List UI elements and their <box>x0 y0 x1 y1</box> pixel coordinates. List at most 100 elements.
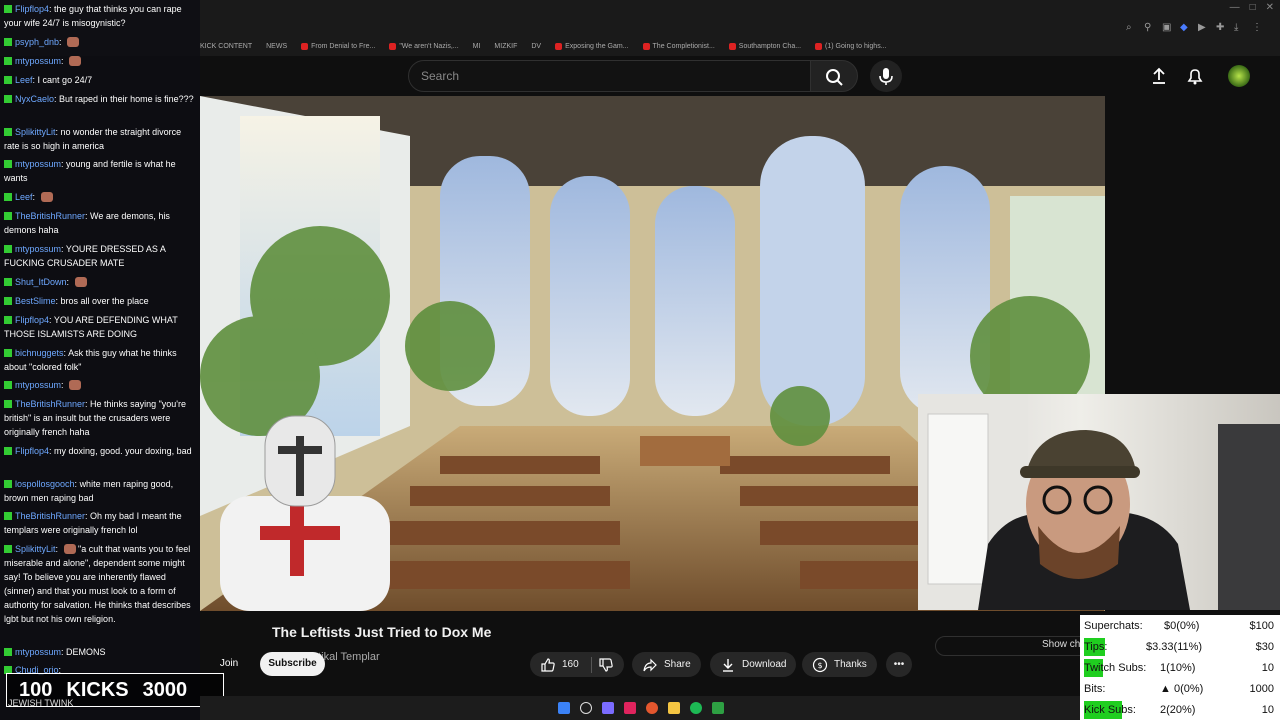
taskbar <box>200 696 1080 720</box>
download-button[interactable]: Download <box>710 652 797 677</box>
kicks-subtitle: JEWISH TWINK <box>8 698 74 708</box>
upload-icon[interactable] <box>1148 65 1170 87</box>
maximize-icon[interactable]: □ <box>1250 2 1256 13</box>
bookmark[interactable]: NEWS <box>266 39 287 53</box>
chat-username: mtypossum <box>15 244 62 254</box>
goal-value: 2(20%) <box>1160 704 1196 716</box>
zoom-icon[interactable]: ⌕ <box>1126 22 1136 33</box>
goal-value: $3.33(11%) <box>1146 641 1203 653</box>
kick-badge-icon <box>4 381 12 389</box>
chat-username: mtypossum <box>15 647 62 657</box>
bookmark[interactable]: Southampton Cha... <box>728 39 802 53</box>
chat-message: TheBritishRunner: He thinks saying "you'… <box>4 399 187 437</box>
bookmark[interactable]: Exposing the Gam... <box>555 39 629 53</box>
subscribe-button[interactable]: Subscribe <box>260 652 325 676</box>
goal-target: $100 <box>1249 620 1274 632</box>
bookmark-label: Southampton Cha... <box>738 42 802 50</box>
kick-badge-icon <box>4 512 12 520</box>
join-button[interactable]: Join <box>208 653 250 675</box>
chat-username: psyph_dnb <box>15 37 60 47</box>
thanks-label: Thanks <box>834 659 867 670</box>
thumbs-down-icon[interactable] <box>598 657 614 673</box>
share-button[interactable]: Share <box>632 652 701 677</box>
chat-message: BestSlime: bros all over the place <box>4 294 196 308</box>
chat-username: TheBritishRunner <box>15 211 86 221</box>
bookmark-label: (1) Going to highs... <box>825 42 887 50</box>
chat-message: NyxCaelo: But raped in their home is fin… <box>4 92 196 106</box>
chat-username: mtypossum <box>15 56 62 66</box>
support-goals-panel: Superchats: $0(0%) $100 Tips: $3.33(11%)… <box>1080 615 1280 720</box>
app-icon[interactable] <box>624 702 636 714</box>
discord-icon[interactable] <box>602 702 614 714</box>
chat-message: Flipflop4: the guy that thinks you can r… <box>4 4 182 28</box>
goal-value-text: 0(0%) <box>1173 683 1204 695</box>
folder-icon[interactable] <box>668 702 680 714</box>
thanks-button[interactable]: $ Thanks <box>802 652 877 677</box>
kick-badge-icon <box>4 400 12 408</box>
puzzle-icon[interactable]: ✚ <box>1216 22 1226 33</box>
more-actions-button[interactable]: ••• <box>886 652 912 677</box>
minimize-icon[interactable]: — <box>1230 2 1240 13</box>
youtube-icon <box>389 42 397 50</box>
notifications-icon[interactable] <box>1184 65 1206 87</box>
voice-search-button[interactable] <box>870 60 902 92</box>
goal-row-twitch-subs: Twitch Subs: 1(10%) 10 <box>1084 659 1276 677</box>
bookmark[interactable]: DV <box>531 39 541 53</box>
menu-icon[interactable]: ⋮ <box>1252 22 1262 33</box>
bookmark-label: From Denial to Fre... <box>311 42 376 50</box>
chat-username: NyxCaelo <box>15 94 55 104</box>
close-icon[interactable]: ✕ <box>1266 2 1274 13</box>
download-icon[interactable]: ⤓ <box>1234 22 1244 33</box>
bookmark[interactable]: "We aren't Nazis,... <box>389 39 459 53</box>
like-divider <box>590 656 592 673</box>
browser-icon[interactable] <box>646 702 658 714</box>
xbox-icon[interactable] <box>712 702 724 714</box>
chat-message: Leef: I cant go 24/7 <box>4 73 196 87</box>
avatar[interactable] <box>1228 65 1250 87</box>
bookmark[interactable]: From Denial to Fre... <box>301 39 375 53</box>
youtube-header: Search <box>200 56 1280 96</box>
chat-text: my doxing, good. your doxing, bad <box>54 446 192 456</box>
chat-message: Flipflop4: YOU ARE DEFENDING WHAT THOSE … <box>4 315 178 339</box>
extension-icon[interactable]: ▣ <box>1162 22 1172 33</box>
bookmark-label: MIZKIF <box>494 42 518 50</box>
bookmark-label: DV <box>531 42 542 50</box>
bookmark[interactable]: The Completionist... <box>642 39 715 53</box>
emote-icon <box>74 277 87 287</box>
kick-badge-icon <box>4 128 12 136</box>
chat-username: mtypossum <box>15 380 62 390</box>
kicks-label: KICKS <box>66 678 129 701</box>
like-button[interactable]: 160 <box>530 652 624 677</box>
chat-message: SplikittyLit: "a cult that wants you to … <box>4 544 191 624</box>
goal-value: $0(0%) <box>1164 620 1200 632</box>
spotify-icon[interactable] <box>690 702 702 714</box>
bookmark-label: MI <box>472 42 481 50</box>
chat-username: Leef <box>15 75 33 85</box>
start-icon[interactable] <box>558 702 570 714</box>
emote-icon <box>69 56 82 66</box>
bookmark-label: Exposing the Gam... <box>565 42 629 50</box>
goal-value: 1(10%) <box>1160 662 1196 674</box>
bookmark[interactable]: MIZKIF <box>494 39 517 53</box>
goal-target: 1000 <box>1249 683 1274 695</box>
shield-icon[interactable]: ◆ <box>1180 22 1190 33</box>
play-icon[interactable]: ▶ <box>1198 22 1208 33</box>
pin-icon[interactable]: ⚲ <box>1144 22 1154 33</box>
search-button[interactable] <box>810 60 858 92</box>
chat-username: lospollosgooch <box>15 479 75 489</box>
chat-username: Shut_ItDown <box>15 277 67 287</box>
video-title: The Leftists Just Tried to Dox Me <box>272 624 492 640</box>
kick-badge-icon <box>4 545 12 553</box>
search-icon <box>826 69 843 86</box>
chat-message: mtypossum: young and fertile is what he … <box>4 159 176 183</box>
bookmark[interactable]: KICK CONTENT <box>200 39 252 53</box>
search-input[interactable]: Search <box>408 60 818 92</box>
chat-overlay: Flipflop4: the guy that thinks you can r… <box>0 0 200 720</box>
kick-badge-icon <box>4 349 12 357</box>
bookmark[interactable]: (1) Going to highs... <box>815 39 887 53</box>
search-taskbar-icon[interactable] <box>580 702 592 714</box>
extension-toolbar: ⌕ ⚲ ▣ ◆ ▶ ✚ ⤓ ⋮ <box>1126 22 1262 33</box>
chat-message: Flipflop4: my doxing, good. your doxing,… <box>4 444 196 458</box>
bookmark[interactable]: MI <box>473 39 481 53</box>
goal-label: Kick Subs: <box>1084 704 1136 716</box>
